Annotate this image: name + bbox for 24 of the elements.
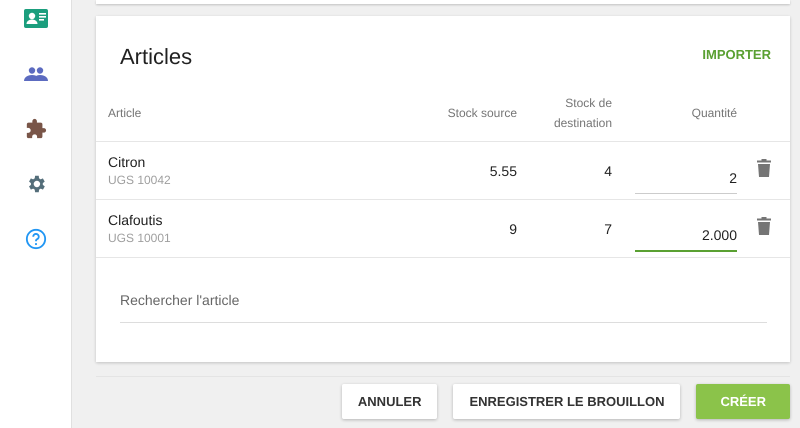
column-header: Quantité [613,84,738,142]
table-cell: 7 [518,200,613,258]
card-title: Articles [120,44,192,70]
contact-card-icon[interactable] [24,9,48,28]
article-sku: UGS 10001 [108,231,172,245]
quantity-field[interactable]: 2 [635,156,737,194]
table-cell: 4 [518,142,613,200]
trash-icon[interactable] [757,159,771,177]
action-button[interactable]: ANNULER [342,384,438,419]
action-button[interactable]: ENREGISTRER LE BROUILLON [453,384,680,419]
quantity-field[interactable]: 2.000 [635,213,737,252]
table-cell: 9 [421,200,518,258]
column-header: Article [96,84,421,142]
table-cell: 5.55 [421,142,518,200]
help-icon[interactable] [24,228,46,250]
trash-icon[interactable] [757,217,771,235]
people-icon[interactable] [24,66,48,80]
search-field[interactable]: Rechercher l'article [120,292,767,323]
puzzle-icon[interactable] [24,118,46,140]
article-sku: UGS 10042 [108,173,172,187]
article-name: Citron [108,154,146,170]
column-header: Stock de destination [518,84,613,142]
article-name: Clafoutis [108,212,164,228]
column-header: Stock source [421,84,518,142]
